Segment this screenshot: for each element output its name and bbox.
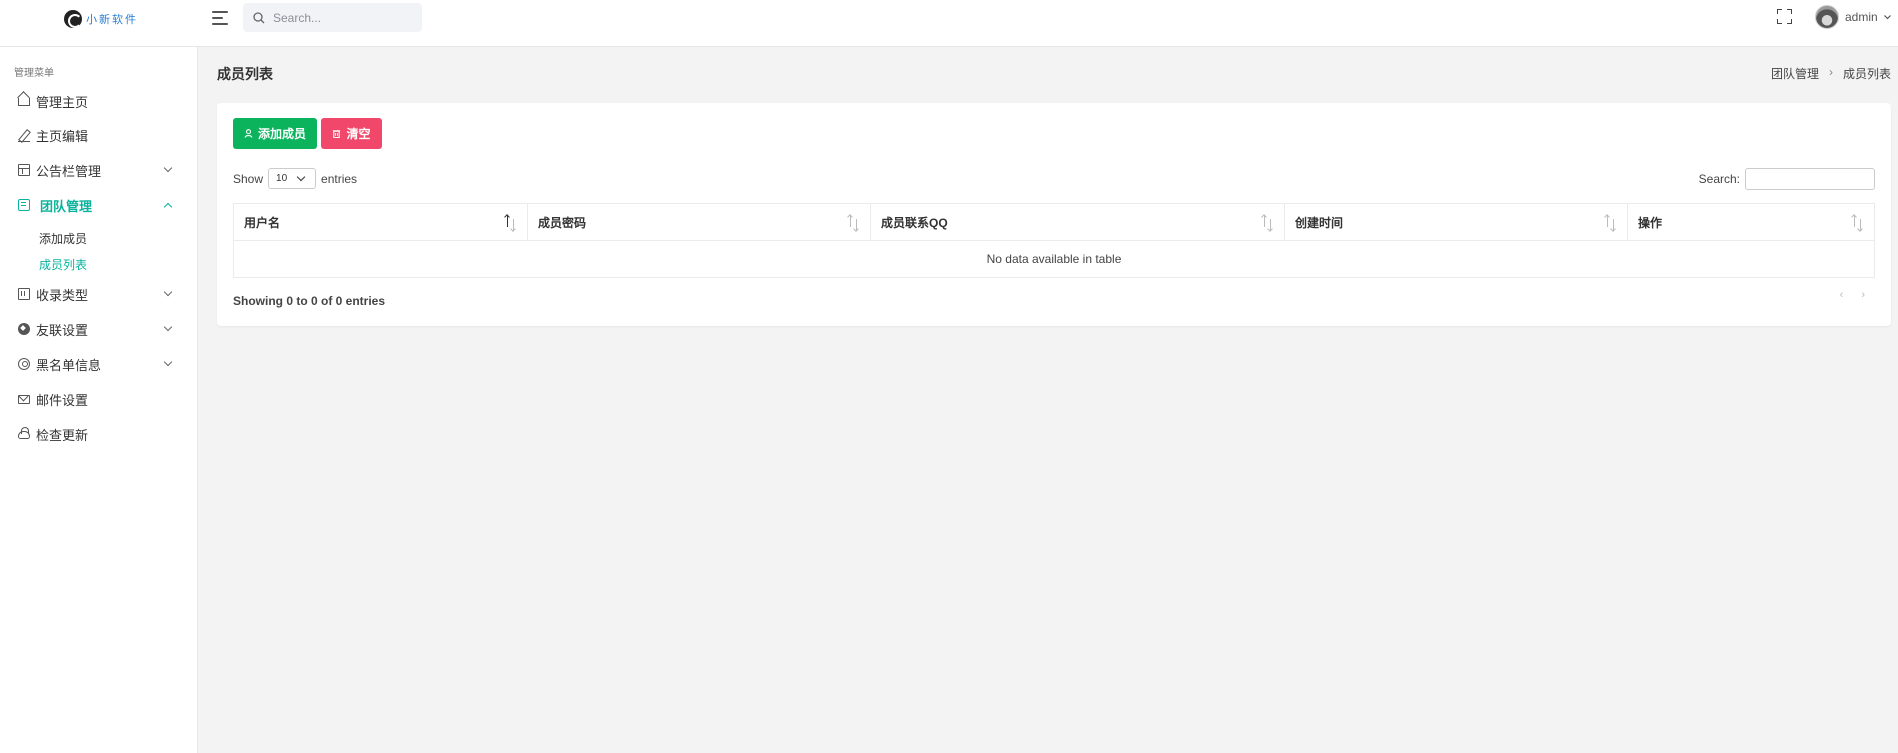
next-page-button[interactable]: ›	[1861, 289, 1865, 301]
search-icon	[253, 11, 265, 23]
sidebar-item-label: 检查更新	[36, 427, 89, 443]
entries-select[interactable]: 10	[268, 168, 317, 189]
cloud-icon	[18, 427, 30, 439]
breadcrumb-item-current: 成员列表	[1842, 67, 1891, 81]
show-label: Show	[233, 171, 264, 186]
logo[interactable]: 小新软件	[64, 9, 138, 29]
add-member-label: 添加成员	[257, 127, 306, 141]
table-search-input[interactable]	[1745, 168, 1875, 190]
clear-label: 清空	[346, 127, 371, 141]
table-search-label: Search:	[1698, 172, 1740, 186]
column-label: 创建时间	[1295, 215, 1344, 230]
show-entries: Show 10 entries	[233, 168, 357, 189]
sort-icon	[1851, 215, 1865, 231]
chevron-down-icon[interactable]	[1883, 14, 1891, 20]
add-member-button[interactable]: 添加成员	[233, 118, 317, 149]
chevron-down-icon	[163, 322, 173, 332]
sidebar-item-label: 主页编辑	[36, 128, 89, 144]
home-icon	[18, 98, 30, 106]
sidebar-item-edit[interactable]: 主页编辑	[0, 122, 198, 148]
sidebar-item-links[interactable]: 友联设置	[0, 316, 198, 342]
sidebar: 管理菜单 管理主页 主页编辑 公告栏管理 团队管理 添加成员 成员列表 收录类型…	[0, 47, 198, 753]
entries-label: entries	[321, 171, 358, 186]
table-search: Search:	[1699, 168, 1875, 190]
previous-page-button[interactable]: ‹	[1840, 289, 1844, 301]
user-name[interactable]: admin	[1845, 10, 1878, 24]
user-menu[interactable]: admin	[1815, 4, 1891, 30]
table-row: No data available in table	[233, 240, 1875, 278]
column-label: 成员联系QQ	[881, 215, 948, 230]
sidebar-menu-title: 管理菜单	[14, 68, 54, 79]
trash-icon	[333, 130, 341, 138]
breadcrumb: 团队管理 › 成员列表	[1771, 65, 1891, 82]
logo-icon	[64, 10, 82, 28]
member-list-card: 添加成员 清空 Show 10 entries Search: 用户名 成员密码…	[217, 103, 1891, 326]
pen-icon	[18, 130, 30, 142]
chevron-up-icon	[163, 202, 173, 212]
sidebar-item-label: 黑名单信息	[36, 357, 102, 373]
sidebar-item-label: 管理主页	[36, 94, 89, 110]
table-header-row: 用户名 成员密码 成员联系QQ 创建时间 操作	[233, 203, 1875, 241]
sort-icon	[847, 215, 861, 231]
mail-icon	[18, 395, 30, 404]
sidebar-subitem-add-member[interactable]: 添加成员	[39, 230, 87, 247]
column-header-password[interactable]: 成员密码	[527, 203, 871, 241]
sidebar-item-label: 公告栏管理	[36, 163, 102, 179]
sidebar-item-label: 友联设置	[36, 322, 89, 338]
sidebar-item-label: 收录类型	[36, 287, 89, 303]
avatar[interactable]	[1815, 5, 1839, 29]
breadcrumb-item-team[interactable]: 团队管理	[1771, 65, 1819, 82]
chevron-down-icon	[163, 163, 173, 173]
column-label: 操作	[1638, 215, 1663, 230]
page-title: 成员列表	[217, 66, 273, 82]
sort-icon	[1261, 215, 1275, 231]
sidebar-item-notice[interactable]: 公告栏管理	[0, 157, 198, 183]
chevron-down-icon	[163, 287, 173, 297]
fullscreen-icon[interactable]	[1777, 9, 1792, 24]
top-bar: 小新软件 admin	[0, 0, 1898, 47]
column-header-created[interactable]: 创建时间	[1284, 203, 1628, 241]
column-label: 用户名	[244, 215, 281, 230]
column-header-username[interactable]: 用户名	[233, 203, 528, 241]
column-header-qq[interactable]: 成员联系QQ	[870, 203, 1285, 241]
compass-icon	[18, 323, 30, 335]
breadcrumb-separator: ›	[1828, 65, 1833, 79]
clear-button[interactable]: 清空	[321, 118, 382, 149]
column-label: 成员密码	[538, 215, 587, 230]
global-search	[243, 3, 422, 32]
menu-toggle-icon[interactable]	[212, 10, 230, 26]
sidebar-item-home[interactable]: 管理主页	[0, 88, 198, 114]
pagination: ‹ ›	[1840, 289, 1865, 301]
empty-table-message: No data available in table	[233, 240, 1875, 278]
column-header-actions[interactable]: 操作	[1627, 203, 1875, 241]
user-circle-icon	[18, 358, 30, 370]
sort-icon	[504, 215, 518, 231]
sort-icon	[1604, 215, 1618, 231]
logo-text: 小新软件	[86, 13, 138, 26]
team-icon	[18, 199, 30, 211]
entries-value: 10	[276, 173, 288, 184]
sidebar-subitem-member-list[interactable]: 成员列表	[39, 256, 87, 273]
member-table: 用户名 成员密码 成员联系QQ 创建时间 操作 No data availabl…	[233, 203, 1875, 278]
sidebar-item-blacklist[interactable]: 黑名单信息	[0, 351, 198, 377]
sidebar-item-update[interactable]: 检查更新	[0, 421, 198, 447]
board-icon	[18, 164, 30, 176]
calculator-icon	[18, 288, 30, 300]
sidebar-item-label: 邮件设置	[36, 392, 89, 408]
global-search-input[interactable]	[273, 10, 413, 25]
sidebar-item-mail[interactable]: 邮件设置	[0, 386, 198, 412]
table-info: Showing 0 to 0 of 0 entries	[233, 294, 386, 308]
user-icon	[244, 129, 253, 138]
chevron-down-icon	[163, 357, 173, 367]
sidebar-item-team[interactable]: 团队管理	[0, 192, 198, 218]
sidebar-item-label: 团队管理	[40, 198, 93, 214]
sidebar-item-types[interactable]: 收录类型	[0, 281, 198, 307]
